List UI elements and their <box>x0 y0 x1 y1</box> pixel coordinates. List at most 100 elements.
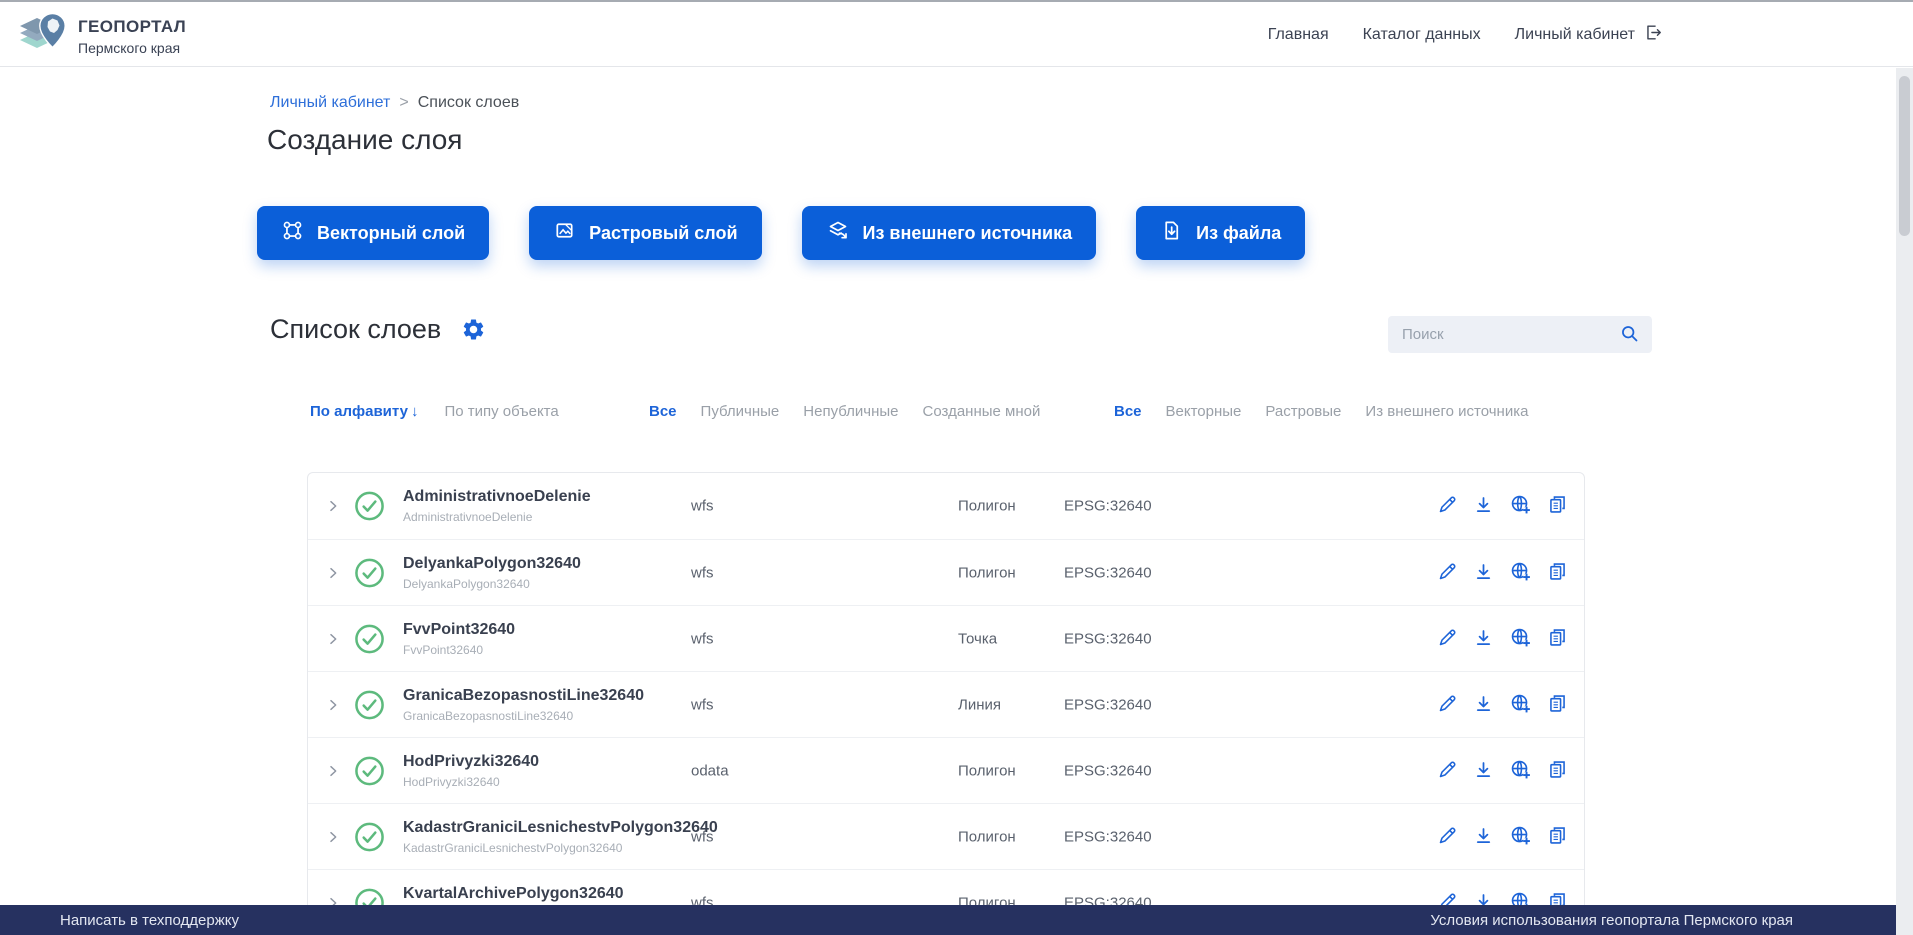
layer-crs: EPSG:32640 <box>1064 630 1152 647</box>
layer-source-type: odata <box>691 762 729 779</box>
search-icon <box>1619 323 1640 347</box>
globe-add-icon <box>1509 626 1532 652</box>
layer-geometry-type: Точка <box>958 630 997 647</box>
layer-row: HodPrivyzki32640 HodPrivyzki32640 odata … <box>308 737 1584 803</box>
layer-code: GranicaBezopasnostiLine32640 <box>403 709 688 723</box>
visibility-filter[interactable]: Созданные мной <box>923 403 1041 420</box>
download-layer-button[interactable] <box>1473 825 1494 849</box>
search-input[interactable] <box>1402 326 1619 343</box>
edit-layer-button[interactable] <box>1437 825 1458 849</box>
logo[interactable]: ГЕОПОРТАЛ Пермского края <box>18 10 186 62</box>
layer-filters: По алфавиту ↓ По типу объекта Все Публич… <box>310 403 1600 425</box>
layer-geometry-type: Полигон <box>958 828 1016 845</box>
create-from-external-source-button[interactable]: Из внешнего источника <box>802 206 1097 260</box>
copy-layer-button[interactable] <box>1547 759 1568 783</box>
copy-layer-button[interactable] <box>1547 693 1568 717</box>
type-filter-label: Все <box>1114 403 1142 420</box>
pencil-icon <box>1437 759 1458 783</box>
layer-list-card: AdministrativnoeDelenie Administrativnoe… <box>307 472 1585 935</box>
nav-account[interactable]: Личный кабинет <box>1515 23 1663 47</box>
create-vector-layer-button[interactable]: Векторный слой <box>257 206 489 260</box>
layer-name-block: AdministrativnoeDelenie Administrativnoe… <box>403 488 688 524</box>
layer-name: KvartalArchivePolygon32640 <box>403 885 688 903</box>
row-expand-chevron-icon[interactable] <box>325 565 341 581</box>
nav-home[interactable]: Главная <box>1268 26 1329 44</box>
copy-icon <box>1547 561 1568 585</box>
sort-direction-arrow-icon: ↓ <box>411 403 419 420</box>
type-filter[interactable]: Растровые <box>1265 403 1341 420</box>
copy-icon <box>1547 825 1568 849</box>
breadcrumb-account-link[interactable]: Личный кабинет <box>270 94 390 112</box>
gear-icon <box>461 317 486 345</box>
copy-layer-button[interactable] <box>1547 825 1568 849</box>
sort-filter-label: По типу объекта <box>444 403 558 420</box>
row-actions <box>1437 493 1568 519</box>
row-expand-chevron-icon[interactable] <box>325 631 341 647</box>
nav-data-catalog[interactable]: Каталог данных <box>1363 26 1481 44</box>
create-raster-layer-label: Растровый слой <box>589 223 737 244</box>
add-to-map-button[interactable] <box>1509 824 1532 850</box>
terms-link[interactable]: Условия использования геопортала Пермско… <box>1430 912 1793 929</box>
copy-layer-button[interactable] <box>1547 494 1568 518</box>
download-layer-button[interactable] <box>1473 561 1494 585</box>
download-icon <box>1473 759 1494 783</box>
download-icon <box>1473 494 1494 518</box>
visibility-filter[interactable]: Непубличные <box>803 403 898 420</box>
sort-filter[interactable]: По типу объекта <box>444 403 558 420</box>
edit-layer-button[interactable] <box>1437 494 1458 518</box>
visibility-filter[interactable]: Все <box>649 403 677 420</box>
add-to-map-button[interactable] <box>1509 692 1532 718</box>
scrollbar-thumb[interactable] <box>1899 76 1910 236</box>
row-expand-chevron-icon[interactable] <box>325 697 341 713</box>
add-to-map-button[interactable] <box>1509 560 1532 586</box>
visibility-filter[interactable]: Публичные <box>701 403 780 420</box>
layer-source-type: wfs <box>691 564 714 581</box>
layer-code: DelyankaPolygon32640 <box>403 577 688 591</box>
type-filter[interactable]: Из внешнего источника <box>1365 403 1528 420</box>
edit-layer-button[interactable] <box>1437 627 1458 651</box>
layer-row: FvvPoint32640 FvvPoint32640 wfs Точка EP… <box>308 605 1584 671</box>
create-from-external-source-label: Из внешнего источника <box>863 223 1073 244</box>
create-from-file-button[interactable]: Из файла <box>1136 206 1305 260</box>
layer-search <box>1388 316 1652 353</box>
row-actions <box>1437 758 1568 784</box>
create-from-file-label: Из файла <box>1196 223 1281 244</box>
copy-layer-button[interactable] <box>1547 561 1568 585</box>
download-layer-button[interactable] <box>1473 693 1494 717</box>
list-settings-button[interactable] <box>461 317 486 345</box>
sort-filter[interactable]: По алфавиту ↓ <box>310 403 418 420</box>
page-scrollbar[interactable] <box>1896 68 1913 935</box>
edit-layer-button[interactable] <box>1437 693 1458 717</box>
status-published-icon <box>354 755 385 786</box>
globe-add-icon <box>1509 493 1532 519</box>
type-filter-label: Из внешнего источника <box>1365 403 1528 420</box>
layer-name: HodPrivyzki32640 <box>403 753 688 771</box>
support-link[interactable]: Написать в техподдержку <box>60 912 239 929</box>
sort-filter-label: По алфавиту <box>310 403 408 420</box>
search-button[interactable] <box>1619 323 1640 347</box>
header: ГЕОПОРТАЛ Пермского края Главная Каталог… <box>0 2 1913 67</box>
download-layer-button[interactable] <box>1473 494 1494 518</box>
row-actions <box>1437 692 1568 718</box>
row-expand-chevron-icon[interactable] <box>325 498 341 514</box>
download-layer-button[interactable] <box>1473 627 1494 651</box>
row-expand-chevron-icon[interactable] <box>325 829 341 845</box>
type-filter-group: Все Векторные Растровые Из внешнего исто… <box>1114 403 1528 420</box>
row-expand-chevron-icon[interactable] <box>325 763 341 779</box>
create-raster-layer-button[interactable]: Растровый слой <box>529 206 761 260</box>
add-to-map-button[interactable] <box>1509 493 1532 519</box>
from-file-icon <box>1160 219 1183 247</box>
layer-source-type: wfs <box>691 696 714 713</box>
add-to-map-button[interactable] <box>1509 758 1532 784</box>
logout-icon[interactable] <box>1644 23 1663 47</box>
edit-layer-button[interactable] <box>1437 759 1458 783</box>
download-layer-button[interactable] <box>1473 759 1494 783</box>
type-filter[interactable]: Все <box>1114 403 1142 420</box>
logo-subtitle: Пермского края <box>78 40 186 56</box>
pencil-icon <box>1437 561 1458 585</box>
add-to-map-button[interactable] <box>1509 626 1532 652</box>
copy-layer-button[interactable] <box>1547 627 1568 651</box>
type-filter[interactable]: Векторные <box>1166 403 1242 420</box>
pencil-icon <box>1437 494 1458 518</box>
edit-layer-button[interactable] <box>1437 561 1458 585</box>
